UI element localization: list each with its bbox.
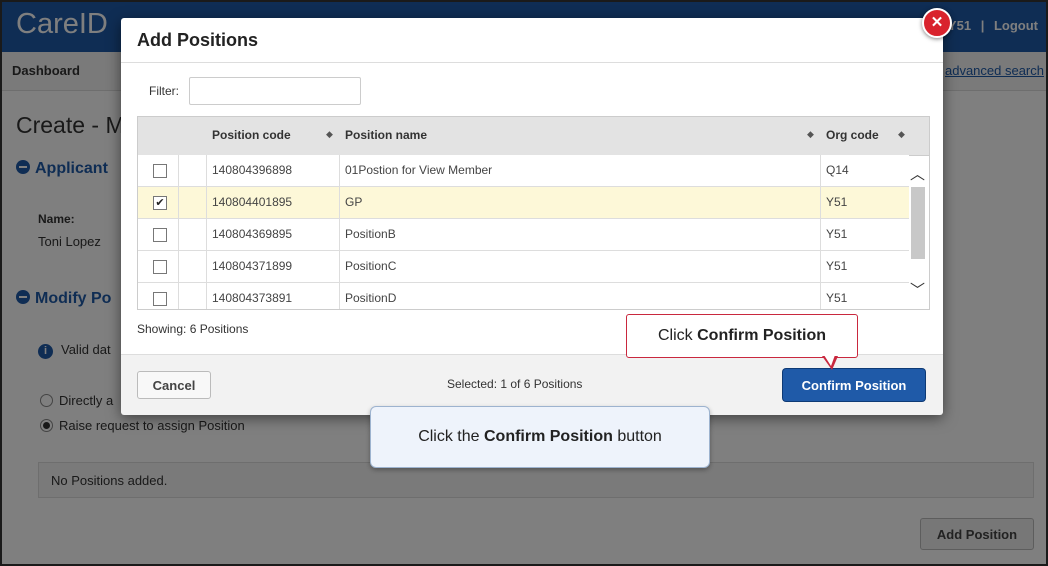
- close-icon[interactable]: ✕: [922, 8, 952, 38]
- position-code: 140804401895: [212, 195, 293, 209]
- table-row[interactable]: 140804371899 PositionC Y51: [138, 251, 909, 283]
- org-code: Y51: [826, 227, 848, 241]
- table-header: Position code ◆ Position name ◆ Org code…: [138, 117, 929, 156]
- sort-icon[interactable]: ◆: [326, 129, 333, 140]
- instruction-suffix: button: [612, 428, 662, 445]
- instruction-text: Click the: [418, 428, 484, 445]
- callout-text: Click: [658, 327, 698, 344]
- instruction-bold-text: Confirm Position: [483, 428, 613, 445]
- row-checkbox[interactable]: [153, 260, 167, 274]
- filter-label: Filter:: [149, 84, 179, 98]
- column-divider: [206, 155, 207, 309]
- position-code: 140804371899: [212, 259, 293, 273]
- position-code: 140804396898: [212, 163, 293, 177]
- org-code: Q14: [826, 163, 849, 177]
- callout-bold-text: Confirm Position: [697, 327, 826, 344]
- confirm-position-button[interactable]: Confirm Position: [783, 369, 925, 401]
- column-header-org-code[interactable]: Org code: [826, 128, 879, 142]
- cancel-button[interactable]: Cancel: [137, 371, 211, 399]
- column-header-position-name[interactable]: Position name: [345, 128, 427, 142]
- sort-icon[interactable]: ◆: [898, 129, 905, 140]
- row-checkbox[interactable]: [153, 228, 167, 242]
- selected-count: Selected: 1 of 6 Positions: [447, 377, 583, 391]
- position-name: GP: [345, 195, 363, 209]
- sort-icon[interactable]: ◆: [807, 129, 814, 140]
- row-checkbox[interactable]: [153, 164, 167, 178]
- position-code: 140804369895: [212, 227, 293, 241]
- table-row[interactable]: 140804373891 PositionD Y51: [138, 283, 909, 309]
- column-divider: [339, 155, 340, 309]
- positions-table: Position code ◆ Position name ◆ Org code…: [137, 116, 930, 310]
- org-code: Y51: [826, 259, 848, 273]
- table-row[interactable]: 140804369895 PositionB Y51: [138, 219, 909, 251]
- row-checkbox-checked[interactable]: ✔: [153, 196, 167, 210]
- scroll-down-icon[interactable]: ﹀: [910, 279, 925, 300]
- row-checkbox[interactable]: [153, 292, 167, 306]
- column-divider: [820, 155, 821, 309]
- position-name: PositionB: [345, 227, 396, 241]
- position-name: 01Postion for View Member: [345, 163, 493, 177]
- confirm-callout: Click Confirm Position: [626, 314, 858, 358]
- callout-arrow-inner: [824, 355, 835, 366]
- scroll-up-icon[interactable]: ︿: [910, 163, 925, 184]
- org-code: Y51: [826, 195, 848, 209]
- table-row-selected[interactable]: ✔ 140804401895 GP Y51: [138, 187, 909, 219]
- column-divider: [178, 155, 179, 309]
- showing-count: Showing: 6 Positions: [137, 322, 249, 336]
- position-name: PositionC: [345, 259, 397, 273]
- filter-input[interactable]: [189, 77, 361, 105]
- position-name: PositionD: [345, 291, 397, 305]
- column-header-position-code[interactable]: Position code: [212, 128, 291, 142]
- screen-frame: CareID Y51 | Logout Dashboard advanced s…: [0, 0, 1048, 566]
- position-code: 140804373891: [212, 291, 293, 305]
- table-row[interactable]: 140804396898 01Postion for View Member Q…: [138, 155, 909, 187]
- divider: [121, 62, 943, 63]
- instruction-callout: Click the Confirm Position button: [370, 406, 710, 468]
- scrollbar-thumb[interactable]: [911, 187, 925, 259]
- org-code: Y51: [826, 291, 848, 305]
- dialog-title: Add Positions: [137, 30, 258, 50]
